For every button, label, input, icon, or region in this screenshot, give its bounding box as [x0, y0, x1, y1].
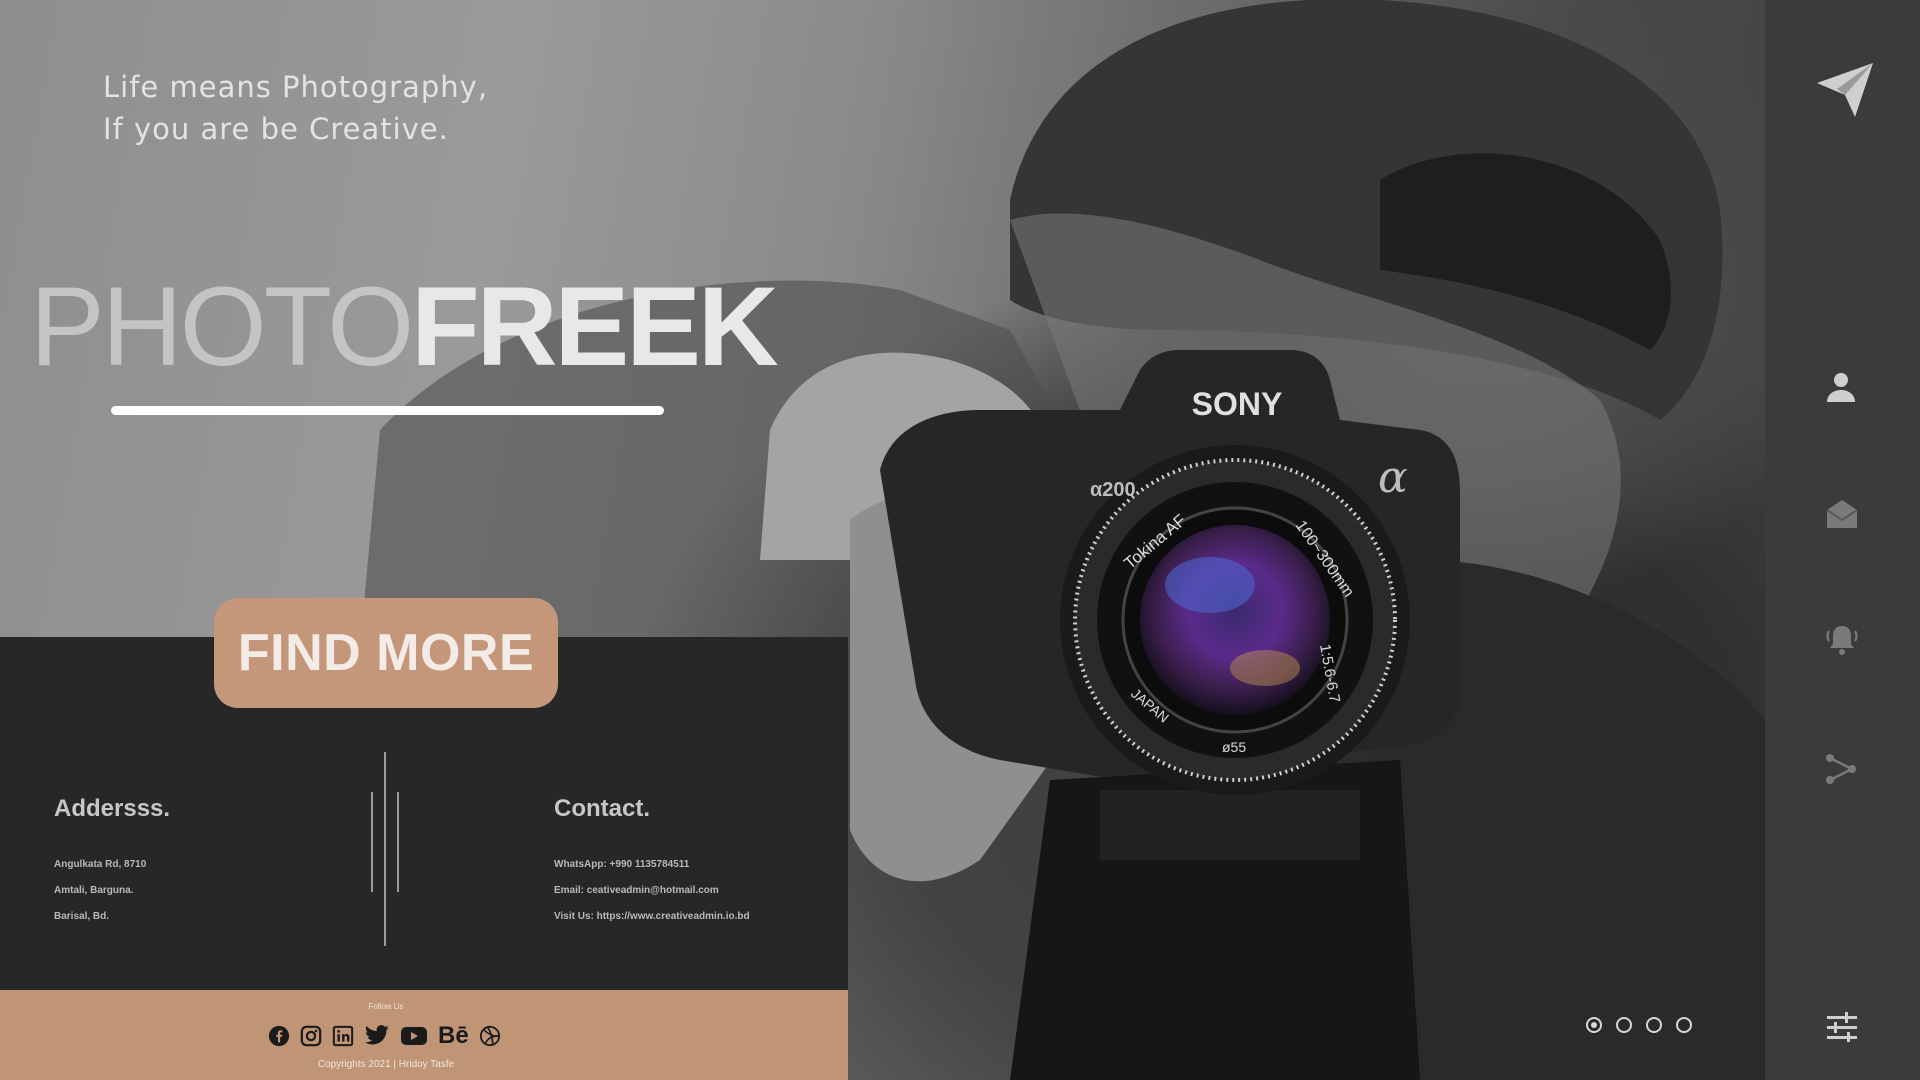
slide-dot-3[interactable]	[1646, 1017, 1662, 1033]
facebook-icon[interactable]	[268, 1025, 290, 1047]
follow-us-label: Follow Us	[368, 1002, 404, 1011]
slide-dot-2[interactable]	[1616, 1017, 1632, 1033]
copyright-text: Copyrights 2021 | Hridoy Tasfe	[317, 1059, 455, 1070]
address-title: Addersss.	[54, 795, 171, 822]
user-icon[interactable]	[1821, 367, 1861, 407]
share-icon[interactable]	[1821, 749, 1861, 789]
settings-sliders-icon[interactable]	[1822, 1007, 1862, 1047]
behance-icon[interactable]: Bē	[438, 1022, 469, 1049]
send-icon[interactable]	[1813, 58, 1877, 122]
brand-logo-text: PHOTOFREEK	[30, 262, 779, 392]
camera-model-label: α200	[1090, 479, 1136, 501]
slide-dot-4[interactable]	[1676, 1017, 1692, 1033]
address-line-2: Amtali, Barguna.	[54, 885, 134, 896]
right-sidebar	[1765, 0, 1920, 1080]
slide-dot-1[interactable]	[1586, 1017, 1602, 1033]
camera-brand-label: SONY	[1192, 386, 1283, 422]
divider-line-left	[371, 792, 373, 892]
contact-title: Contact.	[554, 795, 650, 822]
brand-underline	[111, 406, 664, 415]
mail-icon[interactable]	[1822, 494, 1862, 534]
instagram-icon[interactable]	[300, 1025, 322, 1047]
dribbble-icon[interactable]	[479, 1025, 501, 1047]
divider-line-right	[397, 792, 399, 892]
contact-email: Email: ceativeadmin@hotmail.com	[554, 885, 719, 896]
tagline-line-1: Life means Photography,	[103, 70, 489, 104]
find-more-button[interactable]: FIND MORE	[214, 598, 558, 708]
contact-website: Visit Us: https://www.creativeadmin.io.b…	[554, 911, 750, 922]
brand-word-light: PHOTO	[30, 264, 414, 389]
social-links: Bē	[268, 1022, 501, 1050]
tagline-line-2: If you are be Creative.	[103, 112, 449, 146]
behance-icon-glyph: Bē	[438, 1022, 469, 1049]
slider-pagination	[1586, 1017, 1692, 1033]
camera-alpha-mark: α	[1378, 452, 1408, 503]
address-line-3: Barisal, Bd.	[54, 911, 110, 922]
twitter-icon[interactable]	[364, 1025, 390, 1047]
divider-line-center	[384, 752, 386, 946]
lens-label-filter: ø55	[1222, 739, 1246, 755]
contact-whatsapp: WhatsApp: +990 1135784511	[554, 859, 690, 870]
address-line-1: Angulkata Rd, 8710	[54, 859, 147, 870]
brand-word-bold: FREEK	[411, 264, 779, 389]
bell-icon[interactable]	[1822, 620, 1862, 660]
linkedin-icon[interactable]	[332, 1025, 354, 1047]
youtube-icon[interactable]	[400, 1025, 428, 1047]
hero-tagline: Life means Photography, If you are be Cr…	[103, 66, 623, 150]
